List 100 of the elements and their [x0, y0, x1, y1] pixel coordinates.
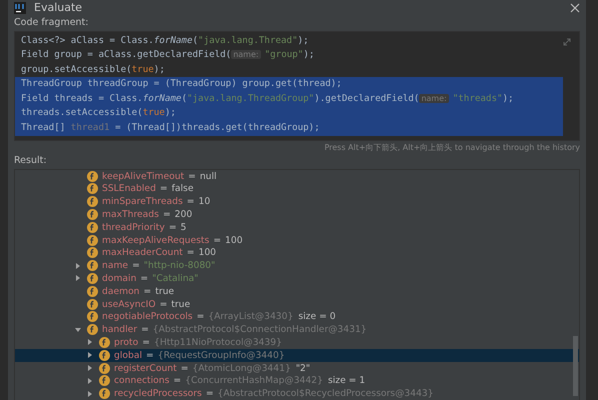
expand-arrow-icon[interactable] [75, 275, 81, 282]
tree-row[interactable]: maxHeaderCount = 100 [15, 246, 579, 260]
field-value: 200 [174, 208, 192, 220]
tree-row[interactable]: useAsyncIO = true [15, 298, 579, 310]
field-value: {ArrayList@3430} [208, 311, 294, 322]
tree-row[interactable]: maxThreads = 200 [15, 208, 579, 221]
section-label: Result: [13, 154, 48, 168]
code-editor[interactable] [14, 30, 580, 141]
tree-row[interactable]: threadPriority = 5 [15, 220, 579, 234]
field-value: 100 [198, 247, 216, 258]
field-name: global [114, 350, 142, 361]
field-icon [87, 286, 98, 297]
field-value: {AbstractProtocol$ConnectionHandler@3431} [152, 324, 367, 336]
field-icon [87, 234, 98, 246]
field-icon [99, 362, 110, 374]
field-value: {RequestGroupInfo@3440} [158, 350, 285, 361]
equals-sign: = [168, 222, 177, 233]
field-detail: "2" [296, 362, 310, 374]
field-icon [87, 247, 98, 258]
field-value: 5 [180, 222, 186, 233]
expand-arrow-icon[interactable] [87, 339, 93, 346]
field-name: connections [114, 375, 170, 386]
field-value: 100 [225, 234, 243, 246]
tree-row[interactable]: global = {RequestGroupInfo@3440} [15, 348, 579, 362]
field-name: handler [102, 324, 138, 336]
app-icon [14, 2, 26, 14]
expand-arrow-icon[interactable] [87, 365, 93, 371]
expand-arrow-icon[interactable] [75, 262, 81, 269]
field-name: domain [102, 272, 136, 284]
field-icon [87, 311, 98, 322]
code-line: Class<?> aClass = Class.forName("java.lang.Thread"); [20, 34, 310, 48]
field-name: maxThreads [102, 208, 159, 220]
field-value: {AtomicLong@3441} [192, 362, 291, 374]
field-name: proto [114, 336, 138, 348]
field-name: maxKeepAliveRequests [102, 234, 210, 246]
tree-row[interactable]: minSpareThreads = 10 [15, 195, 579, 208]
field-name: minSpareThreads [102, 196, 183, 208]
field-name: daemon [102, 286, 140, 297]
tree-row[interactable]: SSLEnabled = false [15, 182, 579, 196]
expand-arrow-icon[interactable] [87, 390, 93, 397]
equals-sign: = [132, 260, 140, 272]
equals-sign: = [213, 234, 222, 246]
tree-row[interactable]: domain = "Catalina" [15, 272, 579, 285]
field-icon [87, 260, 98, 272]
field-name: SSLEnabled [102, 183, 156, 194]
scrollbar[interactable] [573, 336, 578, 396]
equals-sign: = [142, 336, 150, 348]
field-name: threadPriority [102, 222, 165, 233]
equals-sign: = [186, 196, 194, 208]
field-icon [87, 208, 98, 220]
equals-sign: = [206, 388, 214, 400]
equals-sign: = [186, 247, 194, 258]
field-icon [87, 183, 98, 194]
field-name: name [102, 260, 128, 272]
equals-sign: = [146, 350, 154, 361]
field-name: keepAliveTimeout [102, 170, 184, 182]
field-name: recycledProcessors [114, 388, 202, 400]
tree-row[interactable]: daemon = true [15, 284, 579, 298]
field-name: maxHeaderCount [102, 247, 183, 258]
collapse-arrow-icon[interactable] [75, 326, 81, 333]
equals-sign: = [196, 311, 204, 322]
field-icon [87, 298, 98, 310]
equals-sign: = [188, 170, 196, 182]
field-value: {ConcurrentHashMap@3442} [185, 375, 323, 386]
tree-row[interactable]: registerCount = {AtomicLong@3441} "2" [15, 362, 579, 374]
expand-arrow-icon[interactable] [87, 352, 93, 358]
code-line: Field group = aClass.getDeclaredField( name: "group"); [20, 48, 316, 62]
field-value: {Http11NioProtocol@3439} [154, 336, 282, 348]
tree-row[interactable]: negotiableProtocols = {ArrayList@3430} size = 0 [15, 310, 579, 324]
code-line: group.setAccessible(true); [20, 62, 166, 77]
field-value: false [172, 183, 194, 194]
field-icon [99, 336, 110, 348]
field-name: negotiableProtocols [102, 311, 193, 322]
field-icon [87, 196, 98, 208]
field-value: null [200, 170, 217, 182]
expand-arrow-icon[interactable] [87, 378, 93, 384]
equals-sign: = [160, 298, 168, 310]
tree-row[interactable]: keepAliveTimeout = null [15, 170, 579, 182]
equals-sign: = [162, 208, 171, 220]
equals-sign: = [180, 362, 188, 374]
field-name: useAsyncIO [102, 298, 156, 310]
field-detail: size = 0 [298, 311, 336, 322]
equals-sign: = [160, 183, 168, 194]
field-value: true [171, 298, 190, 310]
tree-row[interactable]: recycledProcessors = {AbstractProtocol$RecycledProcessors@3443} [15, 387, 579, 400]
field-icon [99, 375, 110, 386]
hint-text: Press Alt+向下箭头, Alt+向上箭头 to navigate through the history [323, 142, 581, 153]
close-icon[interactable] [570, 2, 580, 13]
section-label: Code fragment: [13, 16, 90, 30]
tree-row[interactable]: connections = {ConcurrentHashMap@3442} size = 1 [15, 374, 579, 388]
window-title: Evaluate [34, 1, 82, 14]
tree-row[interactable]: handler = {AbstractProtocol$ConnectionHandler@3431} [15, 323, 579, 336]
field-value: 10 [198, 196, 210, 208]
field-value: true [155, 286, 174, 297]
field-value: "Catalina" [152, 272, 198, 284]
expand-icon[interactable] [563, 38, 571, 46]
tree-row[interactable]: maxKeepAliveRequests = 100 [15, 234, 579, 246]
tree-row[interactable]: proto = {Http11NioProtocol@3439} [15, 336, 579, 349]
tree-row[interactable]: name = "http-nio-8080" [15, 259, 579, 272]
field-detail: size = 1 [328, 375, 366, 386]
